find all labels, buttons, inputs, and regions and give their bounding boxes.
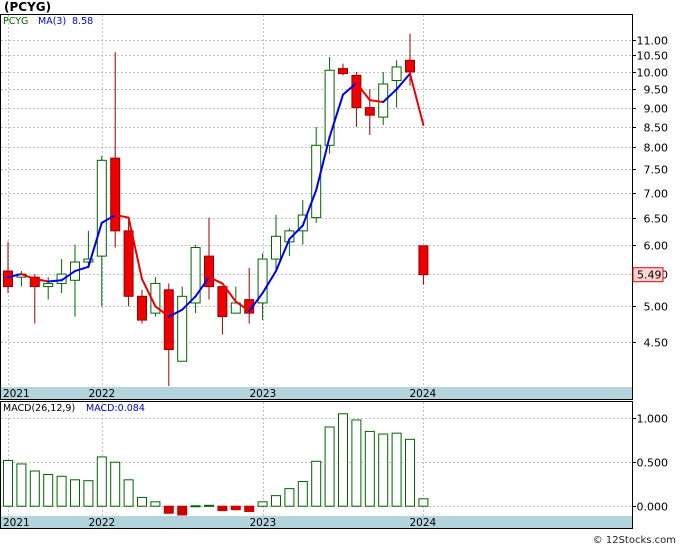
down-candle: [137, 295, 147, 321]
down-candle: [405, 59, 415, 73]
macd-bar: [29, 470, 40, 507]
macd-bar: [123, 479, 134, 507]
macd-bar: [364, 430, 375, 507]
macd-bar: [284, 488, 295, 507]
price-tick-label: 6.50: [644, 213, 669, 226]
price-tick-label: 8.50: [644, 122, 669, 135]
price-year-label: 2024: [410, 388, 437, 400]
macd-bar: [83, 480, 94, 507]
macd-bar: [204, 504, 214, 507]
price-tick-label: 5.00: [644, 301, 669, 314]
macd-bar: [96, 456, 107, 507]
macd-bar: [351, 419, 362, 507]
macd-bar: [230, 505, 241, 511]
up-candle: [43, 282, 54, 288]
price-year-label: 2022: [89, 388, 116, 400]
macd-bar: [391, 432, 402, 507]
down-candle: [163, 289, 174, 351]
macd-bar: [257, 501, 268, 507]
price-tick-label: 10.00: [637, 67, 669, 80]
up-candle: [271, 235, 281, 260]
legend-symbol: PCYG: [3, 16, 28, 27]
price-tick-label: 9.50: [644, 84, 669, 97]
macd-bar: [297, 481, 308, 507]
macd-bar: [271, 495, 281, 507]
macd-bar: [311, 460, 322, 507]
down-candle: [110, 157, 121, 232]
macd-year-label: 2024: [410, 517, 437, 529]
current-price-tag: 5.49: [632, 267, 664, 283]
macd-bar: [56, 475, 67, 507]
macd-bar: [217, 505, 228, 512]
macd-year-label: 2021: [3, 517, 30, 529]
price-year-label: 2021: [3, 388, 30, 400]
macd-legend-value: MACD:0.084: [86, 403, 145, 414]
macd-bar: [137, 496, 147, 507]
stock-chart: (PCYG) 4.505.005.506.006.507.007.508.008…: [0, 0, 676, 546]
up-candle: [96, 159, 107, 257]
watermark: © 12Stocks.com: [593, 535, 676, 546]
chart-title: (PCYG): [4, 0, 51, 14]
price-year-label: 2023: [250, 388, 277, 400]
up-candle: [391, 66, 402, 82]
macd-bar: [110, 461, 121, 507]
macd-bar: [16, 463, 27, 507]
macd-bar: [324, 426, 335, 507]
down-candle: [3, 270, 13, 288]
legend-ma-value: 8.58: [72, 16, 93, 27]
macd-bar: [3, 459, 13, 507]
macd-bar: [150, 501, 161, 507]
macd-tick-label: 0.500: [637, 457, 669, 470]
price-tick-label: 9.00: [644, 103, 669, 116]
macd-tick-label: 1.000: [637, 413, 669, 426]
price-tick-label: 7.50: [644, 164, 669, 177]
down-candle: [217, 286, 228, 318]
macd-bar: [70, 479, 80, 507]
current-price-label: 5.49: [637, 269, 662, 282]
down-candle: [418, 245, 429, 276]
macd-legend-label: MACD(26,12,9): [3, 403, 75, 414]
macd-bar: [378, 433, 389, 507]
macd-bar: [190, 505, 201, 508]
macd-bar: [418, 498, 429, 507]
down-candle: [351, 74, 362, 109]
price-tick-label: 10.50: [637, 50, 669, 63]
macd-bar: [43, 474, 54, 507]
down-candle: [364, 107, 375, 116]
macd-bar: [244, 505, 255, 512]
price-tick-label: 4.50: [644, 337, 669, 350]
legend-ma-label: MA(3): [38, 16, 66, 27]
price-tick-label: 7.00: [644, 188, 669, 201]
ma3-segment: [47, 279, 63, 283]
down-candle: [123, 230, 134, 297]
macd-tick-label: 0.000: [637, 501, 669, 514]
price-tick-label: 6.00: [644, 240, 669, 253]
macd-axis: 0.000 0.500 1.000: [632, 413, 668, 514]
macd-year-label: 2022: [89, 517, 116, 529]
price-tick-label: 11.00: [637, 35, 669, 48]
price-tick-label: 8.00: [644, 142, 669, 155]
price-axis: 4.505.005.506.006.507.007.508.008.509.00…: [632, 35, 668, 350]
macd-year-label: 2023: [250, 517, 277, 529]
macd-bar: [405, 438, 415, 507]
macd-bar: [177, 505, 188, 516]
macd-bar: [163, 505, 174, 514]
macd-bar: [338, 413, 348, 507]
down-candle: [338, 68, 348, 75]
